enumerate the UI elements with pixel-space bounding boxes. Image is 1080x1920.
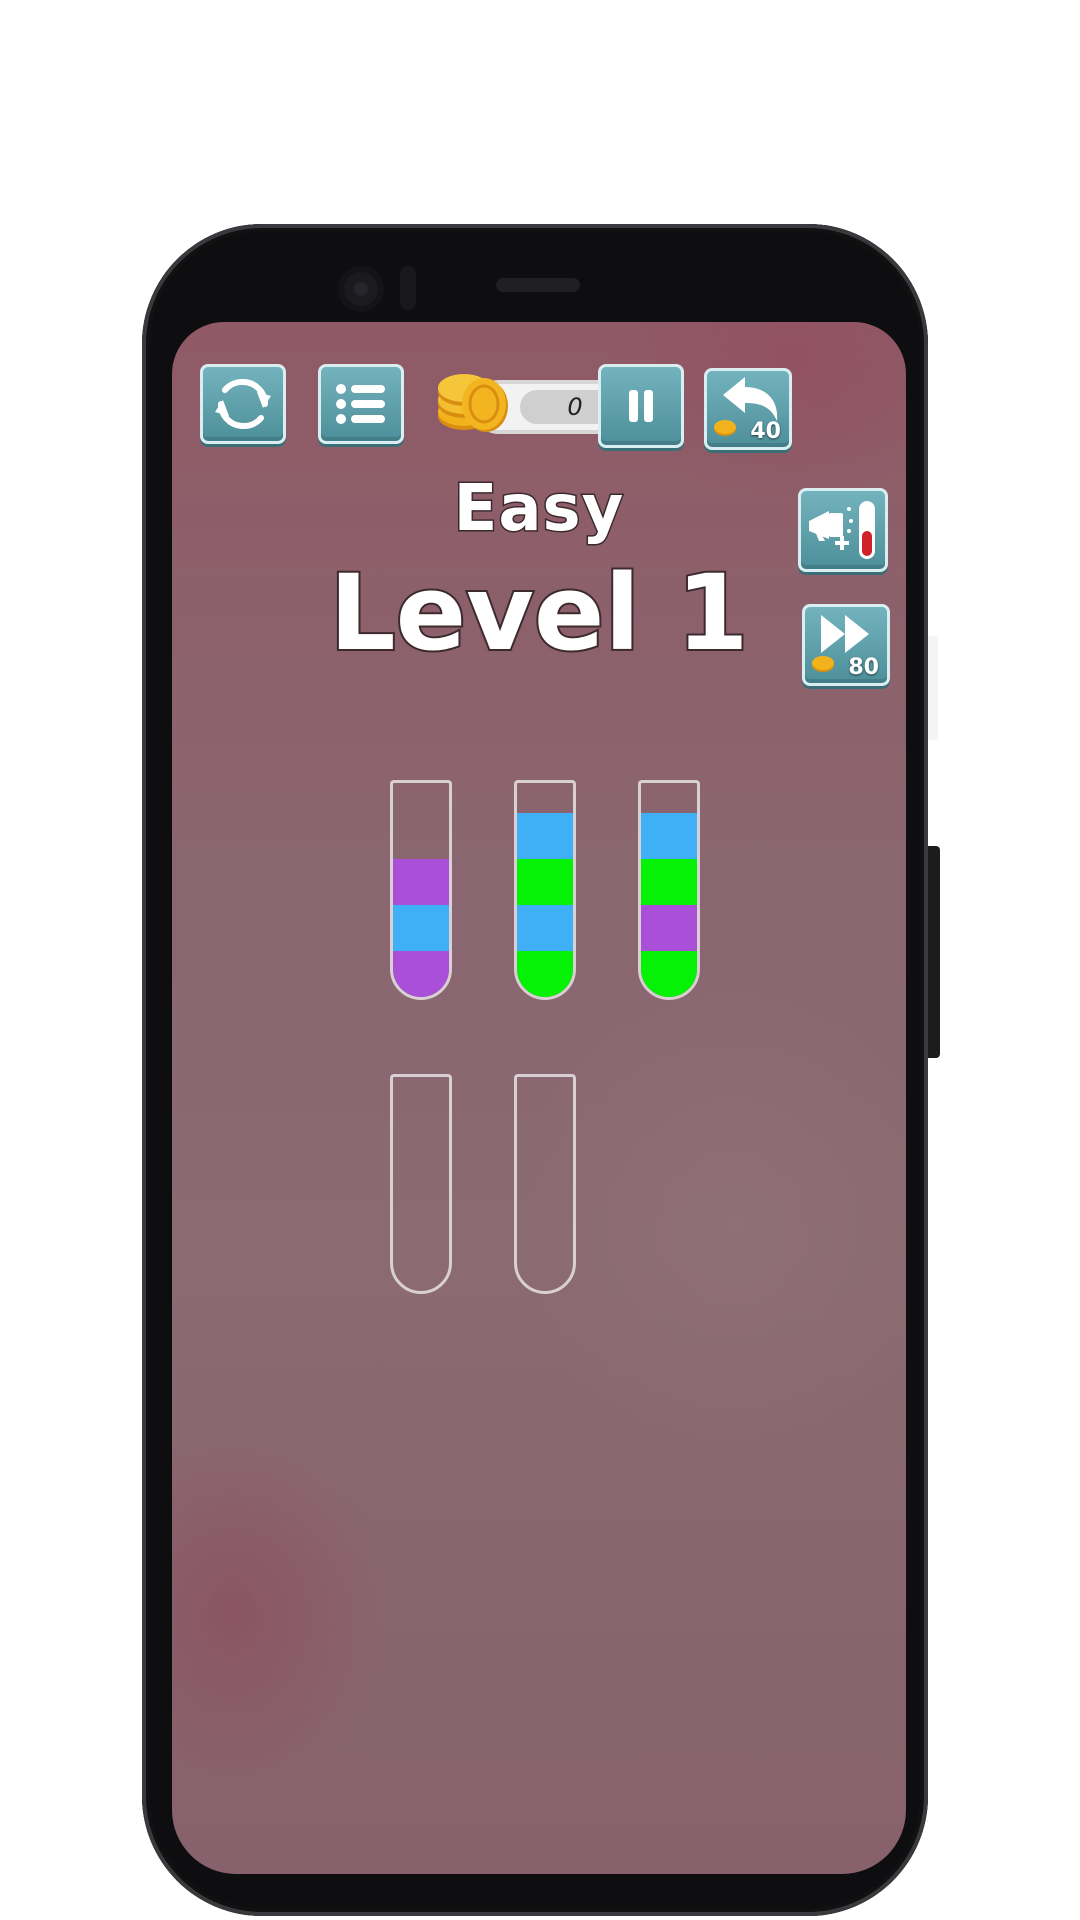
test-tube[interactable]	[390, 780, 452, 1000]
device-mockup: 0 40 80 Easy Level 1	[0, 0, 1080, 1920]
game-screen: 0 40 80 Easy Level 1	[172, 322, 906, 1874]
liquid-layer-green	[517, 859, 573, 905]
liquid-layer-blue	[393, 905, 449, 951]
test-tube[interactable]	[514, 1074, 576, 1294]
phone-power-button	[928, 846, 940, 1058]
liquid-layer-blue	[517, 905, 573, 951]
difficulty-label: Easy	[452, 471, 625, 548]
undo-cost: 40	[750, 419, 781, 444]
proximity-sensor	[400, 266, 416, 310]
phone-side-button	[928, 636, 938, 740]
liquid-layer-purple	[393, 859, 449, 905]
liquid-layer-purple	[641, 905, 697, 951]
level-menu-button[interactable]	[318, 364, 404, 444]
restart-button[interactable]	[200, 364, 286, 444]
pause-button[interactable]	[598, 364, 684, 448]
coin-stack-icon	[438, 374, 508, 432]
front-camera	[338, 266, 384, 312]
earpiece-speaker	[496, 278, 580, 292]
level-title: Level 1	[327, 550, 750, 676]
liquid-layer-green	[641, 859, 697, 905]
liquid-layer-green	[517, 951, 573, 997]
restart-icon	[215, 379, 271, 429]
test-tube[interactable]	[638, 780, 700, 1000]
pause-icon	[629, 390, 653, 422]
test-tube[interactable]	[390, 1074, 452, 1294]
liquid-layer-purple	[393, 951, 449, 997]
test-tube[interactable]	[514, 780, 576, 1000]
liquid-layer-blue	[641, 813, 697, 859]
menu-list-icon	[336, 384, 385, 424]
liquid-layer-blue	[517, 813, 573, 859]
liquid-layer-green	[641, 951, 697, 997]
undo-button[interactable]: 40	[704, 368, 792, 450]
coin-icon	[714, 420, 736, 436]
